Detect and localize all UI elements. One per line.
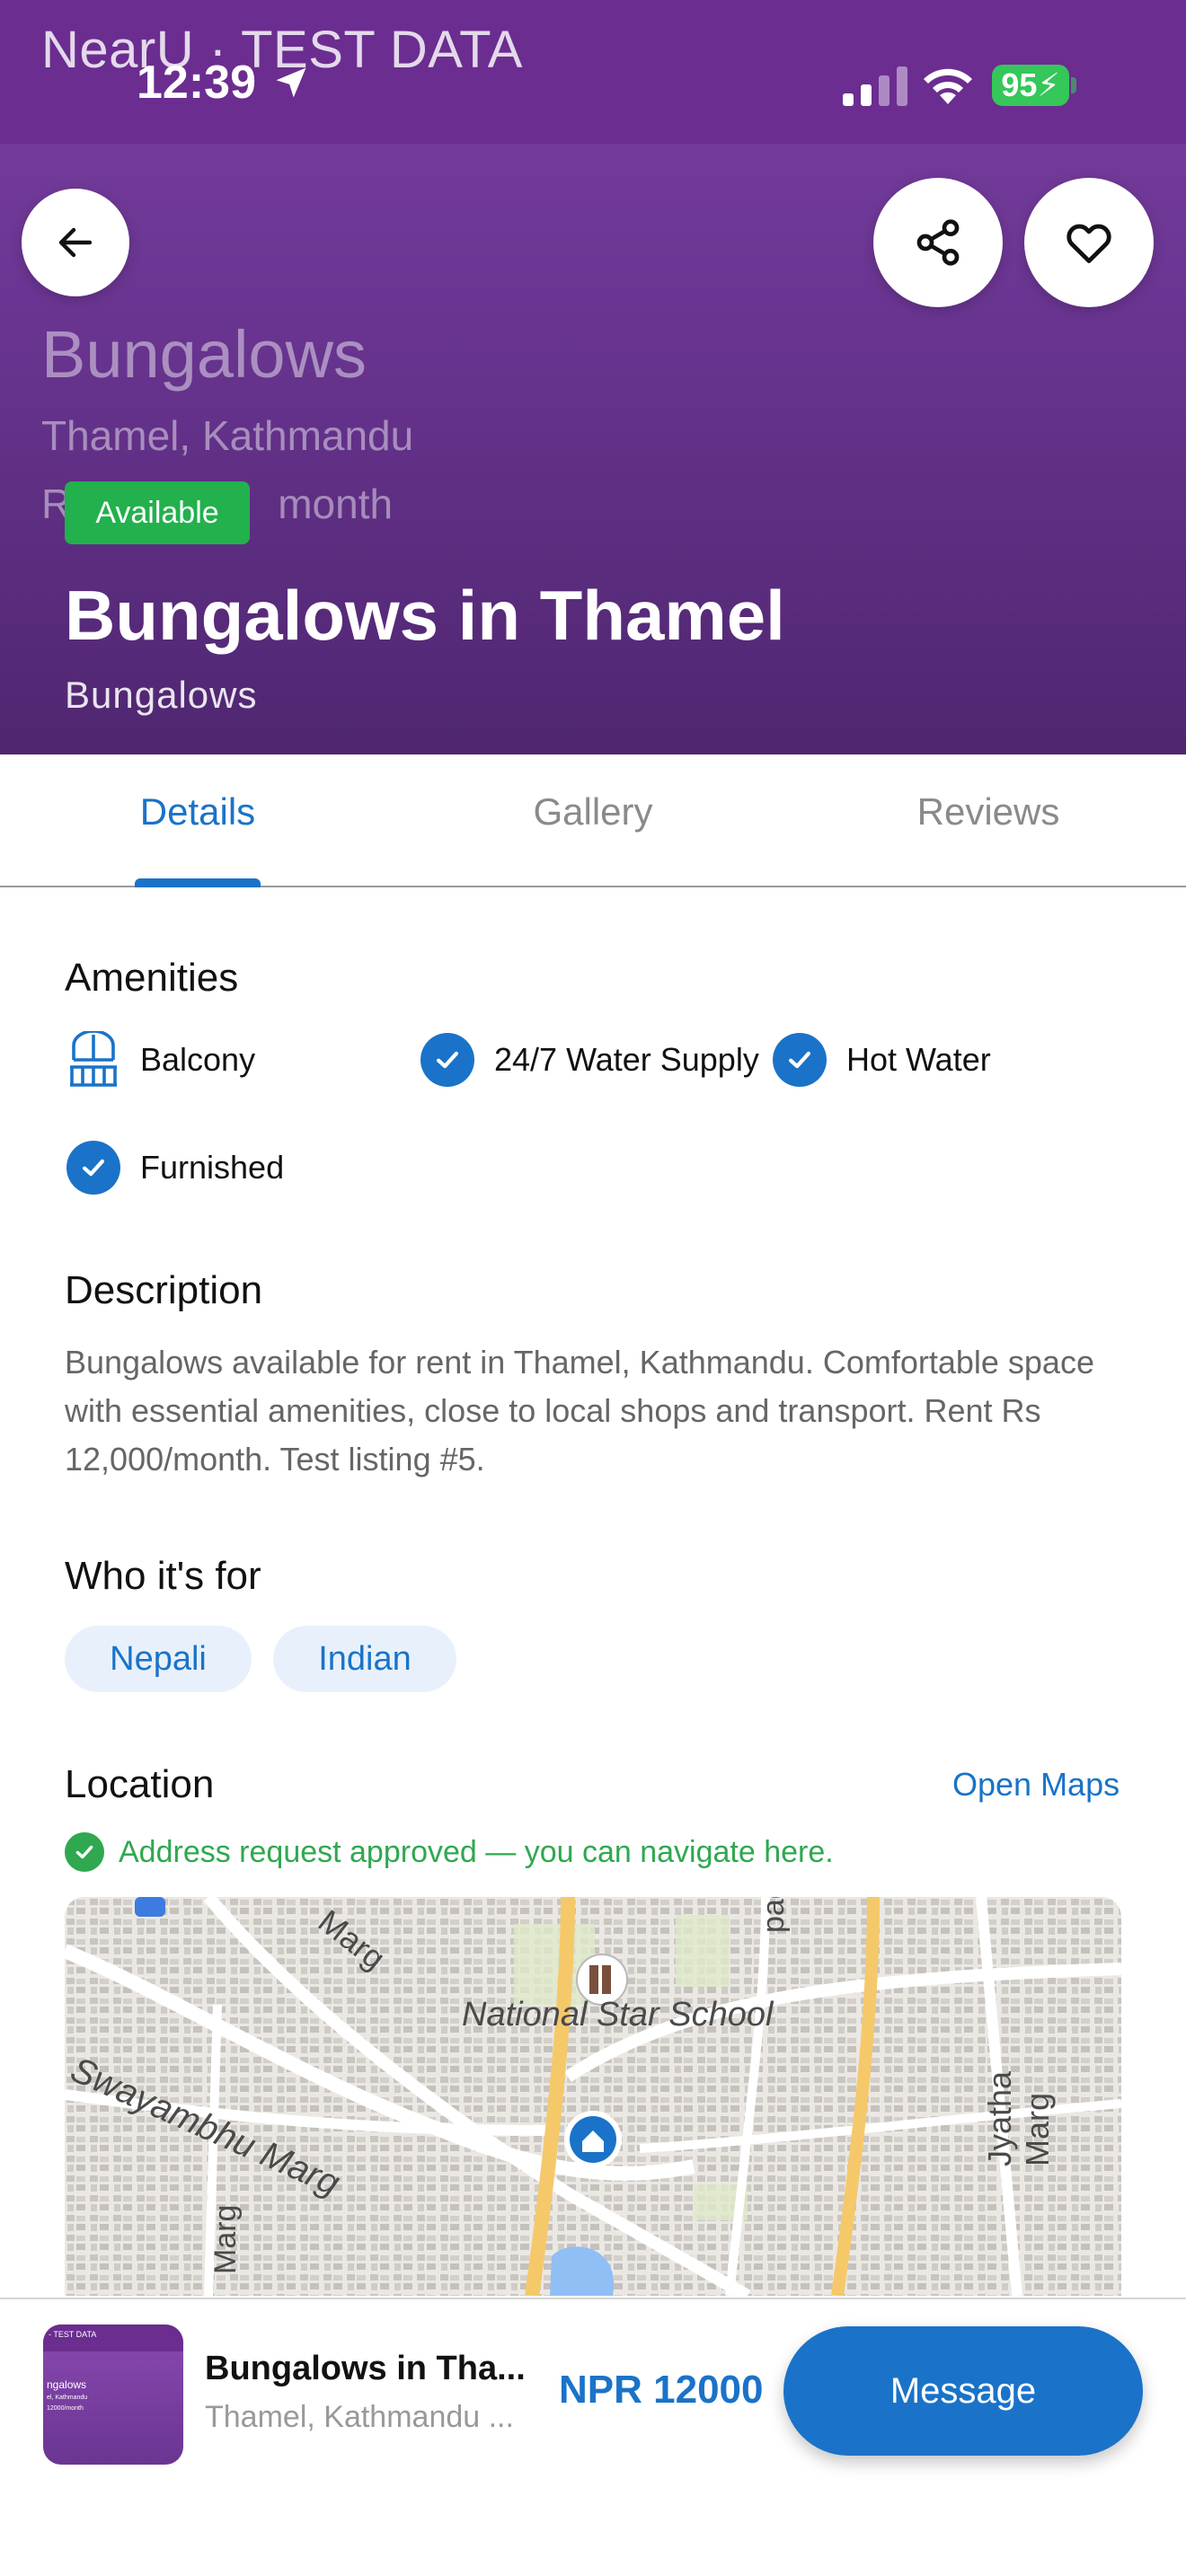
audience-chip-indian: Indian xyxy=(273,1626,456,1692)
hero-image-title: Bungalows xyxy=(41,317,367,392)
location-arrow-icon xyxy=(276,67,306,98)
bottom-action-bar: - TEST DATA ngalows el, Kathmandu 12000/… xyxy=(0,2298,1186,2576)
amenity-label: Hot Water xyxy=(846,1041,991,1078)
tab-reviews[interactable]: Reviews xyxy=(791,790,1186,834)
map-label-school: National Star School xyxy=(462,1996,774,2033)
bus-stop-icon xyxy=(135,1897,165,1917)
battery-nub xyxy=(1071,77,1076,93)
bottom-bar-price: NPR 12000 xyxy=(559,2368,764,2412)
listing-title: Bungalows in Thamel xyxy=(65,576,785,655)
balcony-icon xyxy=(65,1031,122,1089)
bottom-bar-title: Bungalows in Tha... xyxy=(205,2350,526,2387)
map-label-road: pad xyxy=(757,1897,791,1933)
amenity-label: 24/7 Water Supply xyxy=(494,1041,759,1078)
heart-icon xyxy=(1067,224,1111,263)
thumbnail-rent: 12000/month xyxy=(47,2405,84,2412)
battery-level: 95 xyxy=(1001,66,1038,103)
check-circle-icon xyxy=(419,1031,476,1089)
listing-category: Bungalows xyxy=(65,674,258,716)
thumbnail-title: ngalows xyxy=(47,2378,87,2391)
detail-tabs: Details Gallery Reviews xyxy=(0,754,1186,887)
location-heading: Location xyxy=(65,1762,215,1806)
thumbnail-band-text: - TEST DATA xyxy=(49,2330,97,2339)
audience-chip-nepali: Nepali xyxy=(65,1626,252,1692)
address-approved-note: Address request approved — you can navig… xyxy=(65,1832,834,1872)
check-circle-icon xyxy=(771,1031,828,1089)
battery-indicator: 95⚡ xyxy=(992,65,1069,106)
description-heading: Description xyxy=(65,1268,263,1312)
bottom-bar-subtitle: Thamel, Kathmandu ... xyxy=(205,2400,514,2434)
active-tab-indicator xyxy=(135,878,261,887)
property-location-pin-icon xyxy=(564,2111,622,2168)
status-time: 12:39 xyxy=(137,57,256,109)
amenities-heading: Amenities xyxy=(65,956,239,1000)
hero-image-subtitle: Thamel, Kathmandu xyxy=(41,412,414,459)
amenity-label: Balcony xyxy=(140,1041,256,1078)
back-button[interactable] xyxy=(22,189,129,296)
share-icon xyxy=(916,219,960,266)
audience-heading: Who it's for xyxy=(65,1554,261,1598)
map-label-road: Marg xyxy=(208,2204,243,2274)
check-circle-icon xyxy=(65,1832,104,1872)
amenity-balcony: Balcony xyxy=(65,1031,255,1089)
tab-details[interactable]: Details xyxy=(0,790,395,834)
check-circle-icon xyxy=(65,1139,122,1196)
location-map[interactable]: National Star School Swayambhu Marg Jyat… xyxy=(65,1897,1121,2296)
favorite-button[interactable] xyxy=(1024,178,1154,307)
tab-gallery[interactable]: Gallery xyxy=(395,790,791,834)
share-button[interactable] xyxy=(873,178,1003,307)
approved-note-text: Address request approved — you can navig… xyxy=(119,1834,834,1869)
amenity-water-supply: 24/7 Water Supply xyxy=(419,1031,759,1089)
thumbnail-subtitle: el, Kathmandu xyxy=(47,2395,88,2401)
listing-thumbnail[interactable]: - TEST DATA ngalows el, Kathmandu 12000/… xyxy=(43,2325,183,2465)
cellular-signal-icon xyxy=(843,66,907,106)
map-label-road: Jyatha Marg xyxy=(981,2070,1056,2166)
open-maps-link[interactable]: Open Maps xyxy=(952,1766,1120,1804)
status-badge: Available xyxy=(65,481,250,544)
hero-image-rent-suffix: month xyxy=(278,481,394,527)
amenity-hot-water: Hot Water xyxy=(771,1031,991,1089)
amenity-label: Furnished xyxy=(140,1149,285,1186)
message-button[interactable]: Message xyxy=(783,2326,1143,2456)
wifi-icon xyxy=(924,68,972,104)
description-text: Bungalows available for rent in Thamel, … xyxy=(65,1344,1094,1478)
arrow-left-icon xyxy=(58,227,93,258)
amenity-furnished: Furnished xyxy=(65,1139,284,1196)
listing-hero: NearU · TEST DATA 12:39 95⚡ Bungalows Th… xyxy=(0,0,1186,754)
